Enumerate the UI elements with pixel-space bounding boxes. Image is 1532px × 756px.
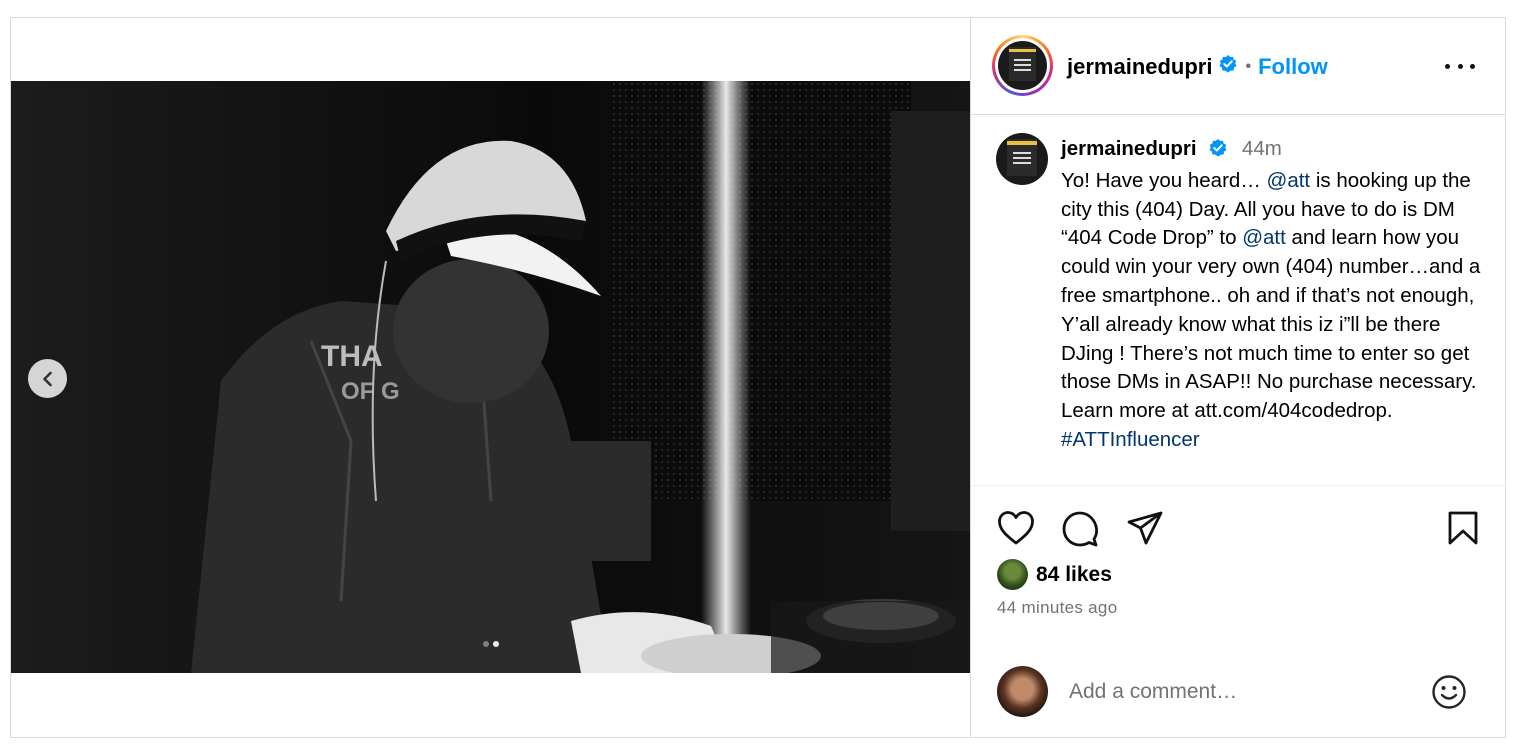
save-button[interactable] — [1447, 510, 1479, 551]
post-sidebar: jermainedupri • Follow jermainedupri 44m… — [970, 18, 1506, 737]
comment-button[interactable] — [1061, 510, 1099, 553]
verified-badge-icon — [1208, 138, 1228, 167]
caption-time: 44m — [1241, 137, 1282, 160]
bookmark-icon — [1448, 511, 1478, 545]
comment-icon — [1062, 511, 1099, 547]
dj-photo-illustration: THA OF G — [11, 81, 970, 673]
heart-icon — [998, 511, 1034, 545]
avatar-story-ring[interactable] — [992, 35, 1053, 96]
send-icon — [1127, 511, 1163, 545]
emoji-icon — [1432, 675, 1466, 709]
comment-composer — [971, 656, 1506, 726]
post-photo[interactable]: THA OF G — [11, 81, 970, 673]
action-section: 84 likes 44 minutes ago — [971, 485, 1506, 737]
share-button[interactable] — [1126, 510, 1164, 551]
caption-text-segment: Yo! Have you heard… — [1061, 168, 1267, 192]
likes-count[interactable]: 84 likes — [1036, 563, 1112, 587]
chevron-left-icon — [42, 371, 52, 386]
separator: • — [1245, 58, 1252, 75]
carousel-dot — [492, 641, 499, 647]
mention-link[interactable]: @att — [1267, 169, 1311, 192]
verified-badge-icon — [1218, 54, 1238, 80]
current-user-avatar — [997, 666, 1048, 717]
caption: jermainedupri 44m Yo! Have you heard… @a… — [971, 115, 1506, 485]
caption-avatar[interactable] — [996, 133, 1048, 185]
carousel-dot — [482, 641, 489, 647]
instagram-post: THA OF G jermainedupri • Follow jermaine… — [10, 17, 1506, 738]
more-options-button[interactable] — [1445, 56, 1475, 76]
avatar — [998, 41, 1047, 90]
caption-text-segment: and learn how you could win your very ow… — [1061, 226, 1481, 423]
svg-text:OF G: OF G — [341, 378, 400, 405]
media-panel: THA OF G — [11, 18, 970, 737]
emoji-button[interactable] — [1431, 674, 1467, 715]
carousel-indicator — [11, 641, 970, 647]
post-header: jermainedupri • Follow — [971, 18, 1505, 115]
follow-button[interactable]: Follow — [1258, 54, 1328, 80]
comment-input[interactable] — [1067, 676, 1401, 708]
caption-content: Yo! Have you heard… @att is hooking up t… — [1061, 169, 1480, 451]
caption-username[interactable]: jermainedupri — [1061, 137, 1197, 160]
caption-text: jermainedupri 44m Yo! Have you heard… @a… — [1061, 135, 1486, 455]
mention-link[interactable]: @att — [1242, 226, 1286, 249]
post-timestamp[interactable]: 44 minutes ago — [997, 598, 1117, 618]
carousel-prev-button[interactable] — [28, 359, 67, 398]
like-button[interactable] — [997, 510, 1035, 551]
more-horizontal-icon — [1445, 63, 1450, 69]
liker-avatar[interactable] — [997, 559, 1028, 590]
hashtag-link[interactable]: #ATTInfluencer — [1061, 428, 1200, 451]
username[interactable]: jermainedupri — [1067, 54, 1212, 80]
